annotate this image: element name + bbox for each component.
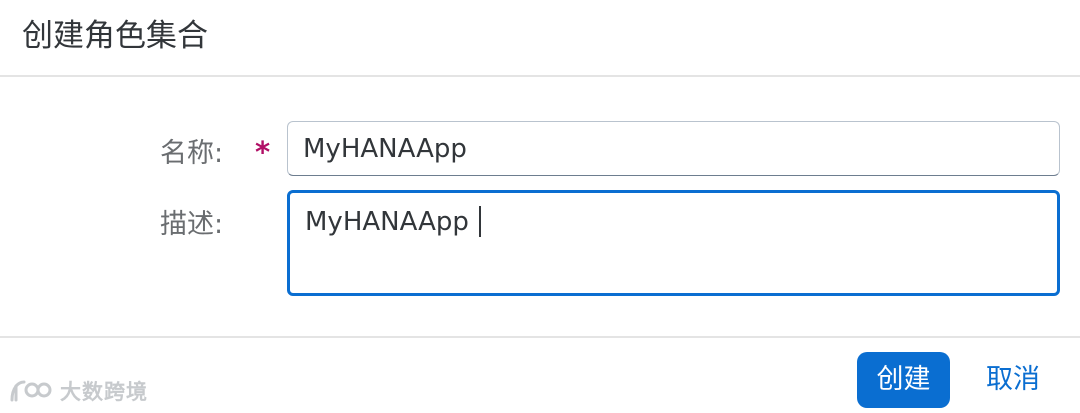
name-input[interactable] xyxy=(287,121,1060,176)
watermark-text: 大数跨境 xyxy=(60,380,148,404)
create-button[interactable]: 创建 xyxy=(857,352,950,408)
watermark: 大数跨境 xyxy=(8,374,148,408)
watermark-logo-icon xyxy=(10,380,52,402)
text-cursor xyxy=(479,206,481,237)
name-label: 名称: xyxy=(160,138,224,169)
cancel-button[interactable]: 取消 xyxy=(965,352,1061,408)
description-label: 描述: xyxy=(160,209,224,240)
dialog-header: 创建角色集合 xyxy=(0,0,1080,77)
dialog-title: 创建角色集合 xyxy=(22,18,208,54)
required-marker: * xyxy=(255,135,271,169)
create-role-collection-dialog: 创建角色集合 名称: * 描述: MyHANAApp 创建 取消 大数跨境 xyxy=(0,0,1080,413)
description-textarea[interactable]: MyHANAApp xyxy=(287,190,1060,296)
